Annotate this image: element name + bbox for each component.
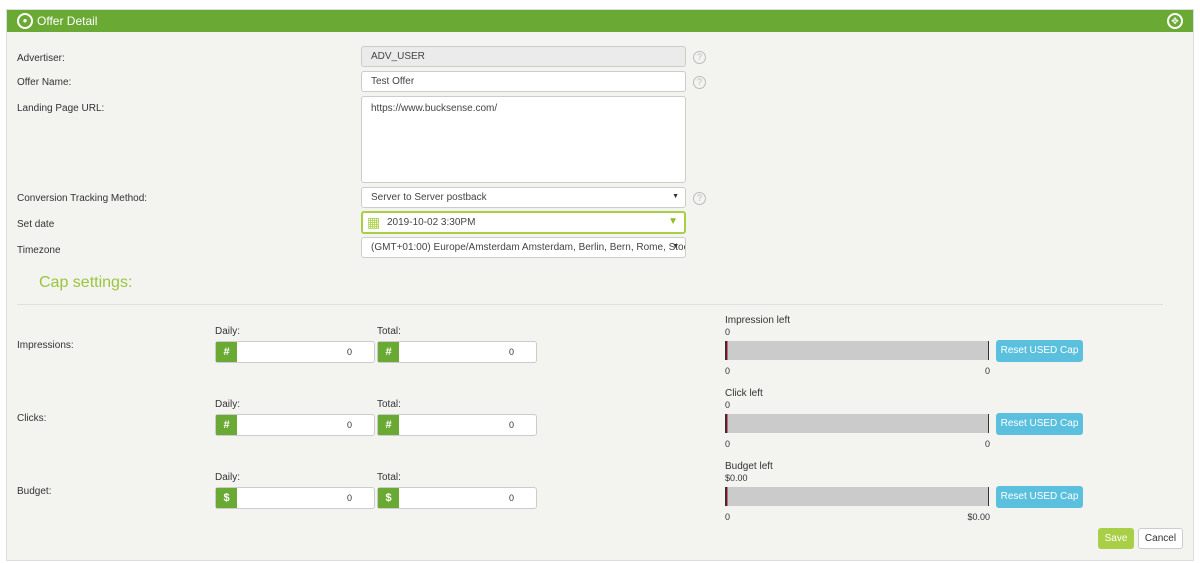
cap-settings-heading: Cap settings: — [39, 274, 133, 291]
cancel-button[interactable]: Cancel — [1138, 528, 1183, 549]
bar-min: 0 — [725, 439, 731, 449]
daily-value: 0 — [346, 347, 352, 357]
timezone-value: (GMT+01:00) Europe/Amsterdam Amsterdam, … — [371, 242, 686, 253]
conversion-value: Server to Server postback — [371, 192, 487, 203]
total-cap-input[interactable]: #0 — [377, 414, 537, 436]
total-cap-input[interactable]: $0 — [377, 487, 537, 509]
offer-name-label: Offer Name: — [17, 77, 72, 88]
cap-row-label: Impressions: — [17, 340, 74, 351]
advertiser-field: ADV_USER — [361, 46, 686, 67]
caret-down-icon: ▼ — [672, 193, 679, 200]
bar-max: 0 — [984, 439, 990, 449]
help-icon[interactable]: ? — [693, 76, 706, 89]
bar-min: 0 — [725, 366, 731, 376]
conversion-select[interactable]: Server to Server postback ▼ — [361, 187, 686, 208]
reset-used-cap-button[interactable]: Reset USED Cap — [996, 340, 1083, 362]
left-value: 0 — [725, 327, 731, 337]
left-value: 0 — [725, 400, 731, 410]
cap-usage-bar — [725, 341, 989, 360]
total-cap-input[interactable]: #0 — [377, 341, 537, 363]
hash-icon: # — [216, 342, 237, 362]
left-label: Click left — [725, 388, 763, 399]
daily-label: Daily: — [215, 472, 241, 483]
daily-value: 0 — [346, 493, 352, 503]
advertiser-label: Advertiser: — [17, 53, 65, 64]
cap-usage-bar — [725, 487, 989, 506]
conversion-label: Conversion Tracking Method: — [17, 193, 148, 204]
landing-url-label: Landing Page URL: — [17, 103, 105, 114]
cap-row-label: Clicks: — [17, 413, 47, 424]
date-picker[interactable]: ▦ 2019-10-02 3:30PM ▼ — [361, 211, 686, 234]
total-value: 0 — [508, 493, 514, 503]
offer-detail-panel: ● Offer Detail ✥ Advertiser: ADV_USER ? … — [6, 9, 1194, 561]
total-value: 0 — [508, 347, 514, 357]
daily-cap-input[interactable]: $0 — [215, 487, 375, 509]
daily-cap-input[interactable]: #0 — [215, 414, 375, 436]
bar-max: 0 — [984, 366, 990, 376]
bar-max: $0.00 — [967, 512, 990, 522]
dollar-icon: $ — [378, 488, 399, 508]
calendar-icon: ▦ — [367, 214, 381, 230]
hash-icon: # — [378, 342, 399, 362]
left-value: $0.00 — [725, 473, 748, 483]
total-label: Total: — [377, 399, 401, 410]
panel-header: ● Offer Detail ✥ — [7, 10, 1193, 32]
help-icon[interactable]: ? — [693, 51, 706, 64]
offer-name-field[interactable]: Test Offer — [361, 71, 686, 92]
caret-down-icon: ▼ — [668, 216, 678, 227]
hash-icon: # — [216, 415, 237, 435]
daily-label: Daily: — [215, 326, 241, 337]
caret-down-icon: ▼ — [672, 243, 679, 250]
cap-row-label: Budget: — [17, 486, 52, 497]
bar-min: 0 — [725, 512, 731, 522]
total-value: 0 — [508, 420, 514, 430]
dollar-icon: $ — [216, 488, 237, 508]
daily-value: 0 — [346, 420, 352, 430]
timezone-select[interactable]: (GMT+01:00) Europe/Amsterdam Amsterdam, … — [361, 237, 686, 258]
daily-cap-input[interactable]: #0 — [215, 341, 375, 363]
total-label: Total: — [377, 472, 401, 483]
help-icon[interactable]: ? — [693, 192, 706, 205]
divider — [17, 304, 1163, 305]
offer-icon: ● — [17, 13, 33, 29]
page-title: Offer Detail — [37, 14, 98, 28]
daily-label: Daily: — [215, 399, 241, 410]
expand-icon[interactable]: ✥ — [1167, 13, 1183, 29]
total-label: Total: — [377, 326, 401, 337]
hash-icon: # — [378, 415, 399, 435]
reset-used-cap-button[interactable]: Reset USED Cap — [996, 413, 1083, 435]
cap-usage-bar — [725, 414, 989, 433]
reset-used-cap-button[interactable]: Reset USED Cap — [996, 486, 1083, 508]
save-button[interactable]: Save — [1098, 528, 1134, 549]
landing-url-textarea[interactable]: https://www.bucksense.com/ — [361, 96, 686, 183]
date-value: 2019-10-02 3:30PM — [387, 217, 476, 228]
timezone-label: Timezone — [17, 245, 61, 256]
left-label: Budget left — [725, 461, 773, 472]
left-label: Impression left — [725, 315, 791, 326]
set-date-label: Set date — [17, 219, 55, 230]
